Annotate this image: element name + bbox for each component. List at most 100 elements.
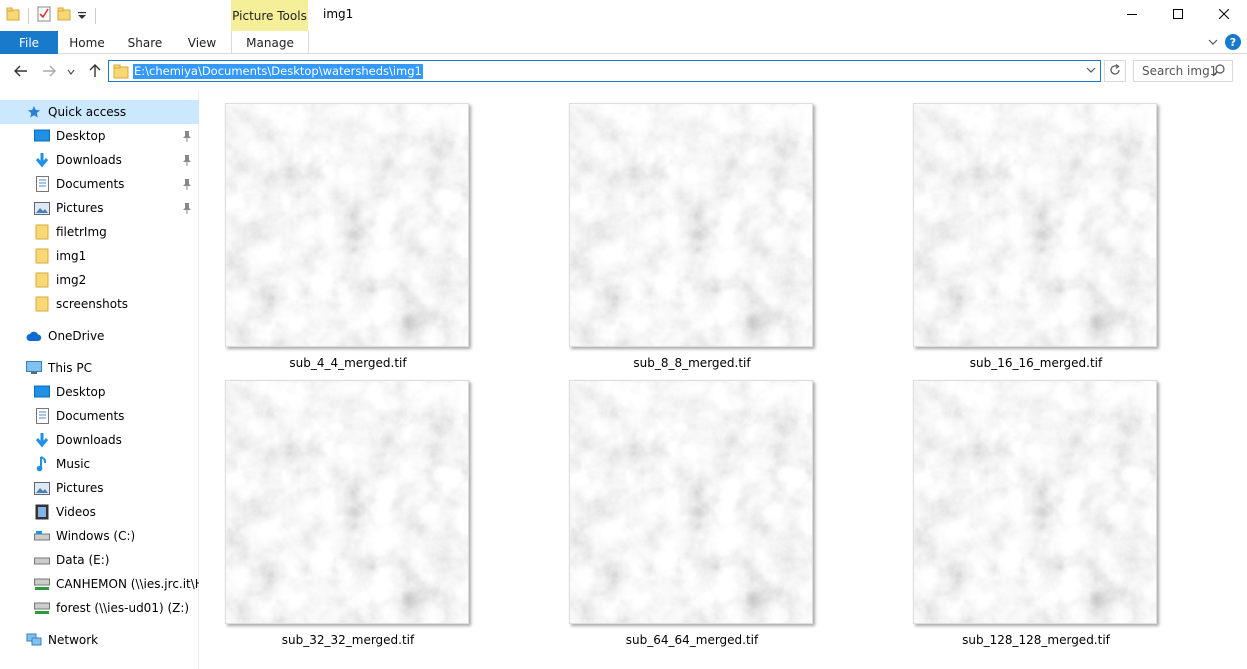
sidebar-item-filetrimg[interactable]: filetrImg	[0, 220, 199, 244]
image-thumbnail[interactable]	[569, 380, 813, 624]
up-button[interactable]	[86, 63, 104, 81]
minimize-button[interactable]	[1109, 0, 1155, 30]
sidebar-item-this-pc[interactable]: This PC	[0, 356, 199, 380]
close-button[interactable]	[1201, 0, 1247, 30]
video-icon	[34, 504, 50, 520]
sidebar-item-screenshots[interactable]: screenshots	[0, 292, 199, 316]
file-item[interactable]: sub_16_16_merged.tif	[913, 103, 1159, 370]
pin-icon[interactable]	[182, 130, 192, 145]
sidebar-item-pc-documents[interactable]: Documents	[0, 404, 199, 428]
file-item[interactable]: sub_64_64_merged.tif	[569, 380, 815, 647]
document-icon	[34, 176, 50, 192]
folder-icon	[34, 248, 50, 264]
sidebar-item-forest-z[interactable]: forest (\\ies-ud01) (Z:)	[0, 596, 199, 620]
image-thumbnail[interactable]	[225, 103, 469, 347]
sidebar-item-label: Data (E:)	[56, 553, 110, 567]
tab-view[interactable]: View	[174, 31, 230, 54]
recent-locations-button[interactable]	[65, 63, 77, 81]
minimize-icon	[1127, 8, 1137, 22]
sidebar-item-img2[interactable]: img2	[0, 268, 199, 292]
help-icon[interactable]: ?	[1225, 34, 1241, 50]
tab-file[interactable]: File	[0, 31, 58, 54]
tab-manage[interactable]: Manage	[231, 31, 309, 54]
window-title: img1	[323, 7, 354, 21]
expand-ribbon-icon[interactable]	[1207, 36, 1219, 51]
file-item[interactable]: sub_128_128_merged.tif	[913, 380, 1159, 647]
pin-icon[interactable]	[182, 202, 192, 217]
file-name[interactable]: sub_128_128_merged.tif	[913, 633, 1159, 647]
tab-share[interactable]: Share	[116, 31, 174, 54]
arrow-left-icon	[14, 65, 28, 80]
title-bar: Picture Tools img1	[0, 0, 1247, 31]
pin-icon[interactable]	[182, 178, 192, 193]
sidebar-item-label: Quick access	[48, 105, 127, 119]
image-thumbnail[interactable]	[569, 103, 813, 347]
navigation-pane: Quick access Desktop Downloads Documents…	[0, 90, 199, 669]
sidebar-item-pc-pictures[interactable]: Pictures	[0, 476, 199, 500]
file-name[interactable]: sub_64_64_merged.tif	[569, 633, 815, 647]
sidebar-item-label: Music	[56, 457, 91, 471]
sidebar-item-img1[interactable]: img1	[0, 244, 199, 268]
sidebar-item-quick-access[interactable]: Quick access	[0, 100, 199, 124]
address-path[interactable]: E:\chemiya\Documents\Desktop\watersheds\…	[133, 64, 423, 79]
drive-icon	[34, 552, 50, 568]
sidebar-item-data-e[interactable]: Data (E:)	[0, 548, 199, 572]
chevron-down-icon[interactable]	[1085, 64, 1097, 79]
sidebar-item-pc-desktop[interactable]: Desktop	[0, 380, 199, 404]
sidebar-item-label: img1	[56, 249, 87, 263]
refresh-button[interactable]	[1104, 60, 1126, 82]
sidebar-item-quick-pictures[interactable]: Pictures	[0, 196, 199, 220]
computer-icon	[26, 360, 42, 376]
file-name[interactable]: sub_4_4_merged.tif	[225, 356, 471, 370]
image-thumbnail[interactable]	[913, 103, 1157, 347]
file-name[interactable]: sub_16_16_merged.tif	[913, 356, 1159, 370]
refresh-icon	[1109, 63, 1121, 79]
sidebar-item-label: OneDrive	[48, 329, 105, 343]
sidebar-item-quick-documents[interactable]: Documents	[0, 172, 199, 196]
file-item[interactable]: sub_8_8_merged.tif	[569, 103, 815, 370]
folder-icon	[113, 63, 129, 82]
pin-icon[interactable]	[182, 154, 192, 169]
customize-toolbar-icon[interactable]	[77, 9, 87, 23]
address-bar[interactable]: E:\chemiya\Documents\Desktop\watersheds\…	[108, 60, 1101, 82]
sidebar-item-onedrive[interactable]: OneDrive	[0, 324, 199, 348]
tab-home[interactable]: Home	[58, 31, 116, 54]
file-item[interactable]: sub_32_32_merged.tif	[225, 380, 471, 647]
image-thumbnail[interactable]	[225, 380, 469, 624]
download-icon	[34, 432, 50, 448]
arrow-up-icon	[89, 63, 101, 81]
folder-icon	[34, 224, 50, 240]
ribbon-tabs: File Home Share View Manage ?	[0, 31, 1247, 54]
quick-access-toolbar	[6, 6, 98, 25]
file-name[interactable]: sub_8_8_merged.tif	[569, 356, 815, 370]
sidebar-item-pc-downloads[interactable]: Downloads	[0, 428, 199, 452]
sidebar-item-label: Videos	[56, 505, 96, 519]
maximize-icon	[1173, 8, 1183, 22]
chevron-down-icon	[67, 65, 75, 79]
maximize-button[interactable]	[1155, 0, 1201, 30]
sidebar-item-pc-music[interactable]: Music	[0, 452, 199, 476]
sidebar-item-quick-downloads[interactable]: Downloads	[0, 148, 199, 172]
sidebar-item-network[interactable]: Network	[0, 628, 199, 652]
back-button[interactable]	[12, 63, 30, 81]
toolbar-divider	[95, 7, 96, 24]
sidebar-item-windows-c[interactable]: Windows (C:)	[0, 524, 199, 548]
properties-icon[interactable]	[37, 6, 51, 25]
sidebar-item-quick-desktop[interactable]: Desktop	[0, 124, 199, 148]
sidebar-item-label: filetrImg	[56, 225, 107, 239]
sidebar-item-canhemon[interactable]: CANHEMON (\\ies.jrc.it\H	[0, 572, 199, 596]
forward-button[interactable]	[40, 63, 58, 81]
cloud-icon	[26, 328, 42, 344]
drive-icon	[34, 528, 50, 544]
file-item[interactable]: sub_4_4_merged.tif	[225, 103, 471, 370]
download-icon	[34, 152, 50, 168]
toolbar-divider	[28, 7, 29, 24]
folder-icon	[34, 296, 50, 312]
image-thumbnail[interactable]	[913, 380, 1157, 624]
search-icon	[1212, 64, 1225, 80]
sidebar-item-pc-videos[interactable]: Videos	[0, 500, 199, 524]
sidebar-item-label: This PC	[48, 361, 92, 375]
sidebar-item-label: Desktop	[56, 129, 106, 143]
file-name[interactable]: sub_32_32_merged.tif	[225, 633, 471, 647]
new-folder-icon[interactable]	[57, 7, 71, 24]
